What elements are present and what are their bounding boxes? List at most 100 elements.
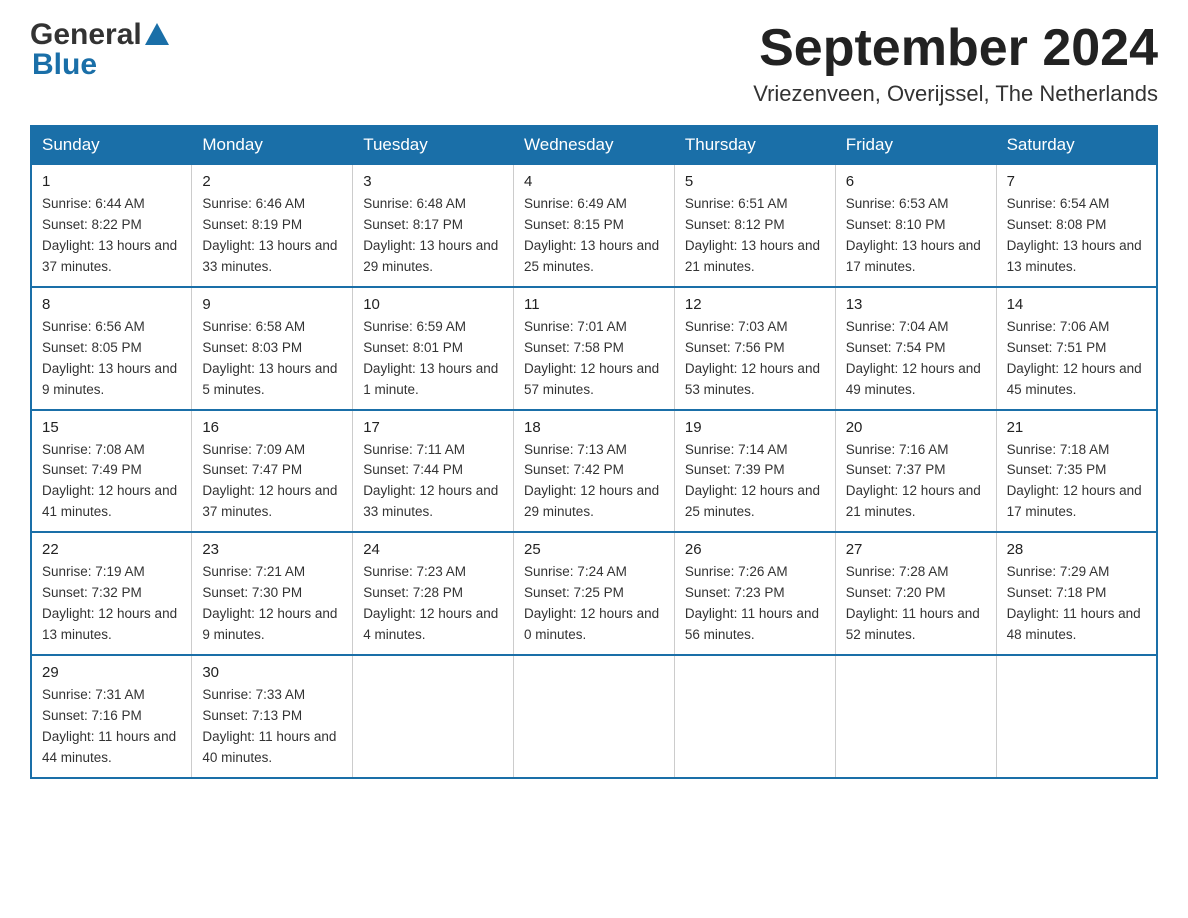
day-number: 18 (524, 419, 664, 436)
day-number: 30 (202, 664, 342, 681)
day-info: Sunrise: 6:49 AMSunset: 8:15 PMDaylight:… (524, 194, 664, 278)
day-number: 29 (42, 664, 181, 681)
day-info: Sunrise: 7:09 AMSunset: 7:47 PMDaylight:… (202, 440, 342, 524)
day-number: 19 (685, 419, 825, 436)
table-row: 2Sunrise: 6:46 AMSunset: 8:19 PMDaylight… (192, 164, 353, 287)
header-monday: Monday (192, 126, 353, 164)
day-info: Sunrise: 6:46 AMSunset: 8:19 PMDaylight:… (202, 194, 342, 278)
day-info: Sunrise: 7:06 AMSunset: 7:51 PMDaylight:… (1007, 317, 1146, 401)
day-info: Sunrise: 7:23 AMSunset: 7:28 PMDaylight:… (363, 562, 503, 646)
day-number: 16 (202, 419, 342, 436)
table-row: 22Sunrise: 7:19 AMSunset: 7:32 PMDayligh… (31, 532, 192, 655)
day-info: Sunrise: 6:59 AMSunset: 8:01 PMDaylight:… (363, 317, 503, 401)
table-row: 13 Sunrise: 7:04 AMSunset: 7:54 PMDayligh… (835, 287, 996, 410)
day-info: Sunrise: 7:18 AMSunset: 7:35 PMDaylight:… (1007, 440, 1146, 524)
table-row: 20 Sunrise: 7:16 AMSunset: 7:37 PMDayligh… (835, 410, 996, 533)
day-number: 14 (1007, 296, 1146, 313)
table-row: 1Sunrise: 6:44 AMSunset: 8:22 PMDaylight… (31, 164, 192, 287)
day-info: Sunrise: 7:33 AMSunset: 7:13 PMDaylight:… (202, 685, 342, 769)
day-info: Sunrise: 7:04 AMSunset: 7:54 PMDaylight:… (846, 317, 986, 401)
logo-general: General (30, 20, 142, 50)
table-row: 26 Sunrise: 7:26 AMSunset: 7:23 PMDayligh… (674, 532, 835, 655)
day-number: 3 (363, 173, 503, 190)
day-number: 13 (846, 296, 986, 313)
calendar-week-row: 22Sunrise: 7:19 AMSunset: 7:32 PMDayligh… (31, 532, 1157, 655)
day-number: 11 (524, 296, 664, 313)
day-number: 17 (363, 419, 503, 436)
table-row: 16 Sunrise: 7:09 AMSunset: 7:47 PMDayligh… (192, 410, 353, 533)
day-info: Sunrise: 7:14 AMSunset: 7:39 PMDaylight:… (685, 440, 825, 524)
day-number: 26 (685, 541, 825, 558)
table-row: 12Sunrise: 7:03 AMSunset: 7:56 PMDayligh… (674, 287, 835, 410)
day-number: 21 (1007, 419, 1146, 436)
month-title: September 2024 (753, 20, 1158, 77)
header-wednesday: Wednesday (514, 126, 675, 164)
table-row: 14 Sunrise: 7:06 AMSunset: 7:51 PMDayligh… (996, 287, 1157, 410)
day-number: 22 (42, 541, 181, 558)
table-row: 5 Sunrise: 6:51 AMSunset: 8:12 PMDaylight… (674, 164, 835, 287)
table-row: 23Sunrise: 7:21 AMSunset: 7:30 PMDayligh… (192, 532, 353, 655)
day-number: 28 (1007, 541, 1146, 558)
day-number: 25 (524, 541, 664, 558)
header-sunday: Sunday (31, 126, 192, 164)
table-row: 25Sunrise: 7:24 AMSunset: 7:25 PMDayligh… (514, 532, 675, 655)
day-number: 4 (524, 173, 664, 190)
table-row (674, 655, 835, 778)
day-info: Sunrise: 6:53 AMSunset: 8:10 PMDaylight:… (846, 194, 986, 278)
table-row: 29Sunrise: 7:31 AMSunset: 7:16 PMDayligh… (31, 655, 192, 778)
day-info: Sunrise: 6:56 AMSunset: 8:05 PMDaylight:… (42, 317, 181, 401)
table-row (996, 655, 1157, 778)
day-number: 7 (1007, 173, 1146, 190)
table-row: 21 Sunrise: 7:18 AMSunset: 7:35 PMDayligh… (996, 410, 1157, 533)
day-number: 5 (685, 173, 825, 190)
calendar-week-row: 15Sunrise: 7:08 AMSunset: 7:49 PMDayligh… (31, 410, 1157, 533)
day-number: 10 (363, 296, 503, 313)
table-row: 28 Sunrise: 7:29 AMSunset: 7:18 PMDayligh… (996, 532, 1157, 655)
day-number: 12 (685, 296, 825, 313)
day-info: Sunrise: 6:48 AMSunset: 8:17 PMDaylight:… (363, 194, 503, 278)
day-number: 20 (846, 419, 986, 436)
table-row: 6 Sunrise: 6:53 AMSunset: 8:10 PMDaylight… (835, 164, 996, 287)
logo: General Blue (30, 20, 172, 80)
table-row: 18 Sunrise: 7:13 AMSunset: 7:42 PMDayligh… (514, 410, 675, 533)
calendar-table: Sunday Monday Tuesday Wednesday Thursday… (30, 125, 1158, 778)
table-row (835, 655, 996, 778)
day-info: Sunrise: 6:51 AMSunset: 8:12 PMDaylight:… (685, 194, 825, 278)
table-row: 3 Sunrise: 6:48 AMSunset: 8:17 PMDaylight… (353, 164, 514, 287)
table-row: 11 Sunrise: 7:01 AMSunset: 7:58 PMDayligh… (514, 287, 675, 410)
header-tuesday: Tuesday (353, 126, 514, 164)
day-info: Sunrise: 6:54 AMSunset: 8:08 PMDaylight:… (1007, 194, 1146, 278)
table-row (514, 655, 675, 778)
day-number: 24 (363, 541, 503, 558)
day-number: 8 (42, 296, 181, 313)
calendar-week-row: 1Sunrise: 6:44 AMSunset: 8:22 PMDaylight… (31, 164, 1157, 287)
day-info: Sunrise: 7:21 AMSunset: 7:30 PMDaylight:… (202, 562, 342, 646)
day-info: Sunrise: 7:16 AMSunset: 7:37 PMDaylight:… (846, 440, 986, 524)
header-saturday: Saturday (996, 126, 1157, 164)
table-row: 9Sunrise: 6:58 AMSunset: 8:03 PMDaylight… (192, 287, 353, 410)
calendar-week-row: 29Sunrise: 7:31 AMSunset: 7:16 PMDayligh… (31, 655, 1157, 778)
day-number: 6 (846, 173, 986, 190)
header-friday: Friday (835, 126, 996, 164)
day-info: Sunrise: 7:11 AMSunset: 7:44 PMDaylight:… (363, 440, 503, 524)
header: General Blue September 2024 Vriezenveen,… (30, 20, 1158, 107)
table-row: 4 Sunrise: 6:49 AMSunset: 8:15 PMDaylight… (514, 164, 675, 287)
table-row (353, 655, 514, 778)
logo-blue: Blue (32, 48, 97, 81)
day-info: Sunrise: 7:29 AMSunset: 7:18 PMDaylight:… (1007, 562, 1146, 646)
day-info: Sunrise: 7:26 AMSunset: 7:23 PMDaylight:… (685, 562, 825, 646)
logo-icon (143, 21, 171, 49)
table-row: 15Sunrise: 7:08 AMSunset: 7:49 PMDayligh… (31, 410, 192, 533)
table-row: 8 Sunrise: 6:56 AMSunset: 8:05 PMDaylight… (31, 287, 192, 410)
day-info: Sunrise: 7:08 AMSunset: 7:49 PMDaylight:… (42, 440, 181, 524)
day-info: Sunrise: 7:13 AMSunset: 7:42 PMDaylight:… (524, 440, 664, 524)
title-area: September 2024 Vriezenveen, Overijssel, … (753, 20, 1158, 107)
table-row: 7 Sunrise: 6:54 AMSunset: 8:08 PMDaylight… (996, 164, 1157, 287)
day-info: Sunrise: 7:28 AMSunset: 7:20 PMDaylight:… (846, 562, 986, 646)
table-row: 27Sunrise: 7:28 AMSunset: 7:20 PMDayligh… (835, 532, 996, 655)
table-row: 24 Sunrise: 7:23 AMSunset: 7:28 PMDayligh… (353, 532, 514, 655)
header-thursday: Thursday (674, 126, 835, 164)
day-number: 9 (202, 296, 342, 313)
location-subtitle: Vriezenveen, Overijssel, The Netherlands (753, 81, 1158, 107)
day-info: Sunrise: 7:01 AMSunset: 7:58 PMDaylight:… (524, 317, 664, 401)
